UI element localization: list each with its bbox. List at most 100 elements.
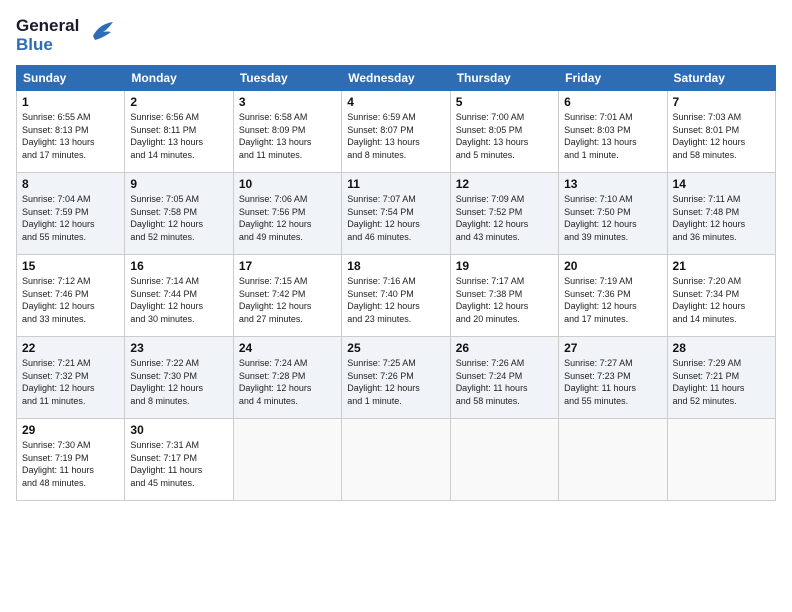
logo-bird-icon bbox=[85, 16, 117, 55]
weekday-header-monday: Monday bbox=[125, 66, 233, 91]
calendar-cell: 4 Sunrise: 6:59 AM Sunset: 8:07 PM Daylig… bbox=[342, 91, 450, 173]
calendar-table: SundayMondayTuesdayWednesdayThursdayFrid… bbox=[16, 65, 776, 501]
day-info: Sunrise: 6:59 AM Sunset: 8:07 PM Dayligh… bbox=[347, 111, 444, 161]
weekday-header-saturday: Saturday bbox=[667, 66, 775, 91]
day-number: 10 bbox=[239, 177, 336, 191]
logo-text-general: General bbox=[16, 17, 79, 36]
calendar-cell: 21 Sunrise: 7:20 AM Sunset: 7:34 PM Dayli… bbox=[667, 255, 775, 337]
calendar-cell: 28 Sunrise: 7:29 AM Sunset: 7:21 PM Dayli… bbox=[667, 337, 775, 419]
day-number: 2 bbox=[130, 95, 227, 109]
day-number: 11 bbox=[347, 177, 444, 191]
calendar-cell bbox=[450, 419, 558, 501]
day-number: 15 bbox=[22, 259, 119, 273]
calendar-cell: 9 Sunrise: 7:05 AM Sunset: 7:58 PM Daylig… bbox=[125, 173, 233, 255]
day-number: 6 bbox=[564, 95, 661, 109]
day-info: Sunrise: 7:25 AM Sunset: 7:26 PM Dayligh… bbox=[347, 357, 444, 407]
calendar-cell: 24 Sunrise: 7:24 AM Sunset: 7:28 PM Dayli… bbox=[233, 337, 341, 419]
calendar-cell: 14Sunrise: 7:11 AM Sunset: 7:48 PM Dayli… bbox=[667, 173, 775, 255]
day-number: 17 bbox=[239, 259, 336, 273]
calendar-cell: 17 Sunrise: 7:15 AM Sunset: 7:42 PM Dayli… bbox=[233, 255, 341, 337]
calendar-cell: 1 Sunrise: 6:55 AM Sunset: 8:13 PM Daylig… bbox=[17, 91, 125, 173]
page-header: General Blue bbox=[16, 16, 776, 55]
day-info: Sunrise: 6:58 AM Sunset: 8:09 PM Dayligh… bbox=[239, 111, 336, 161]
calendar-cell bbox=[559, 419, 667, 501]
calendar-cell bbox=[342, 419, 450, 501]
day-info: Sunrise: 7:19 AM Sunset: 7:36 PM Dayligh… bbox=[564, 275, 661, 325]
weekday-header-tuesday: Tuesday bbox=[233, 66, 341, 91]
calendar-cell: 30 Sunrise: 7:31 AM Sunset: 7:17 PM Dayli… bbox=[125, 419, 233, 501]
day-number: 19 bbox=[456, 259, 553, 273]
day-info: Sunrise: 7:17 AM Sunset: 7:38 PM Dayligh… bbox=[456, 275, 553, 325]
day-number: 28 bbox=[673, 341, 770, 355]
day-number: 25 bbox=[347, 341, 444, 355]
day-info: Sunrise: 7:29 AM Sunset: 7:21 PM Dayligh… bbox=[673, 357, 770, 407]
calendar-cell: 19 Sunrise: 7:17 AM Sunset: 7:38 PM Dayli… bbox=[450, 255, 558, 337]
day-info: Sunrise: 7:31 AM Sunset: 7:17 PM Dayligh… bbox=[130, 439, 227, 489]
day-number: 20 bbox=[564, 259, 661, 273]
day-info: Sunrise: 7:00 AM Sunset: 8:05 PM Dayligh… bbox=[456, 111, 553, 161]
calendar-cell: 13 Sunrise: 7:10 AM Sunset: 7:50 PM Dayli… bbox=[559, 173, 667, 255]
weekday-header-wednesday: Wednesday bbox=[342, 66, 450, 91]
calendar-cell: 2 Sunrise: 6:56 AM Sunset: 8:11 PM Daylig… bbox=[125, 91, 233, 173]
day-info: Sunrise: 7:09 AM Sunset: 7:52 PM Dayligh… bbox=[456, 193, 553, 243]
day-info: Sunrise: 7:04 AM Sunset: 7:59 PM Dayligh… bbox=[22, 193, 119, 243]
calendar-cell: 8 Sunrise: 7:04 AM Sunset: 7:59 PM Daylig… bbox=[17, 173, 125, 255]
weekday-header-sunday: Sunday bbox=[17, 66, 125, 91]
day-number: 9 bbox=[130, 177, 227, 191]
calendar-cell bbox=[667, 419, 775, 501]
logo: General Blue bbox=[16, 16, 117, 55]
calendar-cell: 27 Sunrise: 7:27 AM Sunset: 7:23 PM Dayli… bbox=[559, 337, 667, 419]
day-info: Sunrise: 7:01 AM Sunset: 8:03 PM Dayligh… bbox=[564, 111, 661, 161]
calendar-cell: 26Sunrise: 7:26 AM Sunset: 7:24 PM Dayli… bbox=[450, 337, 558, 419]
day-number: 18 bbox=[347, 259, 444, 273]
day-number: 14 bbox=[673, 177, 770, 191]
day-number: 29 bbox=[22, 423, 119, 437]
day-number: 8 bbox=[22, 177, 119, 191]
day-info: Sunrise: 7:06 AM Sunset: 7:56 PM Dayligh… bbox=[239, 193, 336, 243]
day-number: 27 bbox=[564, 341, 661, 355]
day-info: Sunrise: 7:05 AM Sunset: 7:58 PM Dayligh… bbox=[130, 193, 227, 243]
day-info: Sunrise: 7:24 AM Sunset: 7:28 PM Dayligh… bbox=[239, 357, 336, 407]
day-info: Sunrise: 7:03 AM Sunset: 8:01 PM Dayligh… bbox=[673, 111, 770, 161]
calendar-cell: 12 Sunrise: 7:09 AM Sunset: 7:52 PM Dayli… bbox=[450, 173, 558, 255]
day-number: 12 bbox=[456, 177, 553, 191]
day-info: Sunrise: 6:55 AM Sunset: 8:13 PM Dayligh… bbox=[22, 111, 119, 161]
calendar-cell: 10 Sunrise: 7:06 AM Sunset: 7:56 PM Dayli… bbox=[233, 173, 341, 255]
calendar-cell: 15Sunrise: 7:12 AM Sunset: 7:46 PM Dayli… bbox=[17, 255, 125, 337]
day-number: 23 bbox=[130, 341, 227, 355]
day-info: Sunrise: 7:07 AM Sunset: 7:54 PM Dayligh… bbox=[347, 193, 444, 243]
calendar-cell: 29 Sunrise: 7:30 AM Sunset: 7:19 PM Dayli… bbox=[17, 419, 125, 501]
day-number: 3 bbox=[239, 95, 336, 109]
day-number: 21 bbox=[673, 259, 770, 273]
calendar-cell: 7Sunrise: 7:03 AM Sunset: 8:01 PM Daylig… bbox=[667, 91, 775, 173]
day-number: 16 bbox=[130, 259, 227, 273]
day-info: Sunrise: 7:27 AM Sunset: 7:23 PM Dayligh… bbox=[564, 357, 661, 407]
day-info: Sunrise: 7:20 AM Sunset: 7:34 PM Dayligh… bbox=[673, 275, 770, 325]
day-info: Sunrise: 7:26 AM Sunset: 7:24 PM Dayligh… bbox=[456, 357, 553, 407]
day-info: Sunrise: 7:22 AM Sunset: 7:30 PM Dayligh… bbox=[130, 357, 227, 407]
calendar-cell: 23 Sunrise: 7:22 AM Sunset: 7:30 PM Dayli… bbox=[125, 337, 233, 419]
day-number: 22 bbox=[22, 341, 119, 355]
day-info: Sunrise: 7:21 AM Sunset: 7:32 PM Dayligh… bbox=[22, 357, 119, 407]
calendar-cell: 22 Sunrise: 7:21 AM Sunset: 7:32 PM Dayli… bbox=[17, 337, 125, 419]
day-info: Sunrise: 7:15 AM Sunset: 7:42 PM Dayligh… bbox=[239, 275, 336, 325]
day-number: 1 bbox=[22, 95, 119, 109]
calendar-cell: 3 Sunrise: 6:58 AM Sunset: 8:09 PM Daylig… bbox=[233, 91, 341, 173]
day-number: 24 bbox=[239, 341, 336, 355]
logo-text-blue: Blue bbox=[16, 36, 79, 55]
calendar-cell: 25 Sunrise: 7:25 AM Sunset: 7:26 PM Dayli… bbox=[342, 337, 450, 419]
day-number: 13 bbox=[564, 177, 661, 191]
day-info: Sunrise: 7:10 AM Sunset: 7:50 PM Dayligh… bbox=[564, 193, 661, 243]
day-info: Sunrise: 7:16 AM Sunset: 7:40 PM Dayligh… bbox=[347, 275, 444, 325]
calendar-cell: 5Sunrise: 7:00 AM Sunset: 8:05 PM Daylig… bbox=[450, 91, 558, 173]
day-number: 30 bbox=[130, 423, 227, 437]
calendar-cell: 18 Sunrise: 7:16 AM Sunset: 7:40 PM Dayli… bbox=[342, 255, 450, 337]
day-number: 4 bbox=[347, 95, 444, 109]
day-info: Sunrise: 7:30 AM Sunset: 7:19 PM Dayligh… bbox=[22, 439, 119, 489]
calendar-cell bbox=[233, 419, 341, 501]
calendar-cell: 11 Sunrise: 7:07 AM Sunset: 7:54 PM Dayli… bbox=[342, 173, 450, 255]
calendar-cell: 6 Sunrise: 7:01 AM Sunset: 8:03 PM Daylig… bbox=[559, 91, 667, 173]
weekday-header-friday: Friday bbox=[559, 66, 667, 91]
calendar-cell: 16Sunrise: 7:14 AM Sunset: 7:44 PM Dayli… bbox=[125, 255, 233, 337]
day-info: Sunrise: 6:56 AM Sunset: 8:11 PM Dayligh… bbox=[130, 111, 227, 161]
